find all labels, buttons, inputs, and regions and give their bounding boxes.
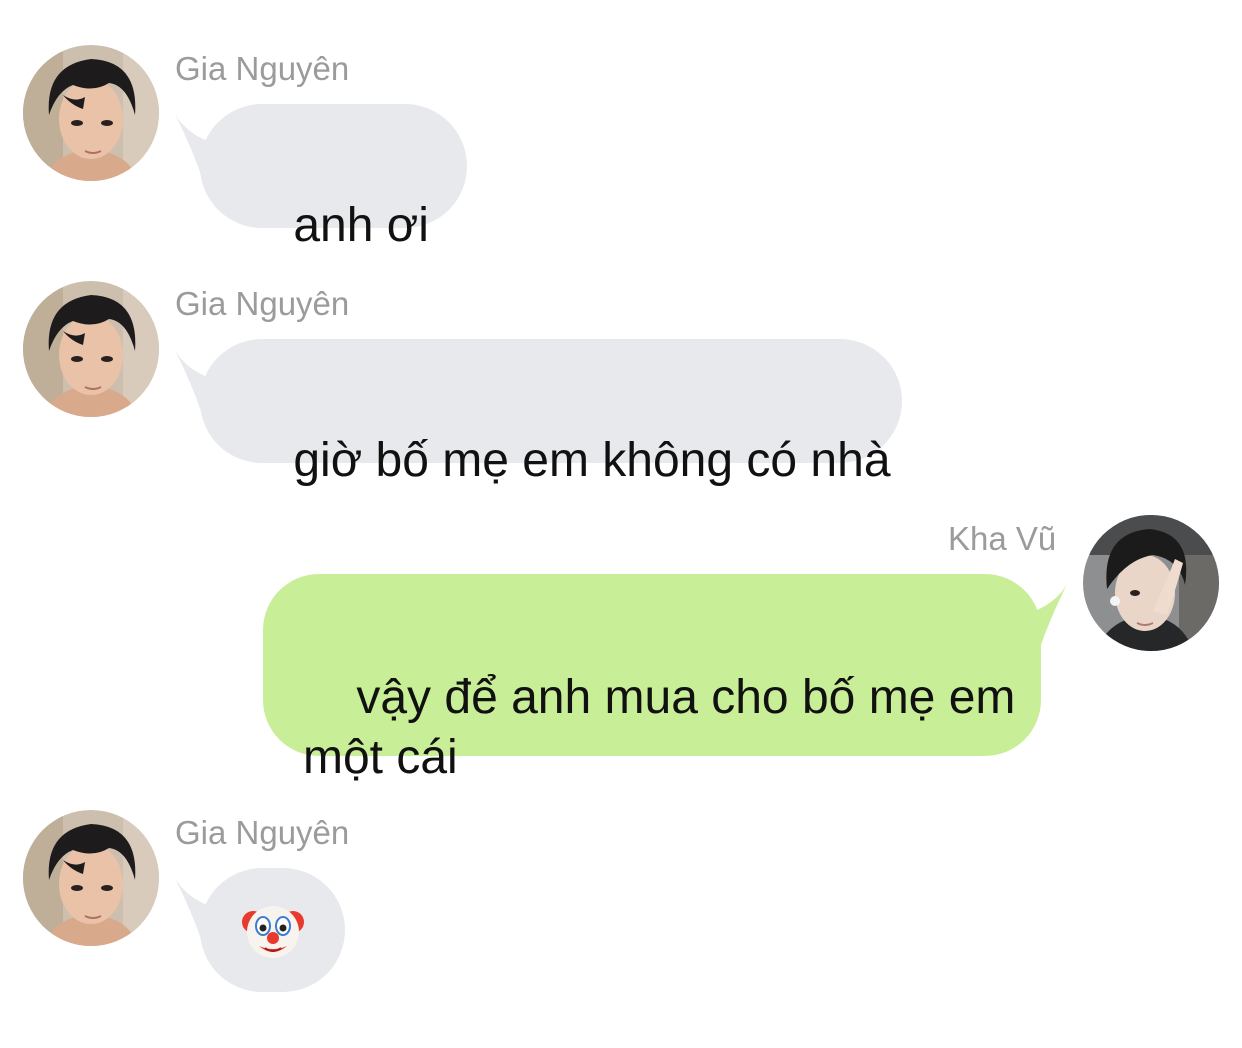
sender-name: Gia Nguyên bbox=[175, 814, 350, 851]
message-text: vậy để anh mua cho bố mẹ em một cái bbox=[303, 671, 1016, 784]
message-text: giờ bố mẹ em không có nhà bbox=[293, 434, 891, 487]
message-text: anh ơi bbox=[293, 199, 429, 252]
sender-name: Kha Vũ bbox=[948, 520, 1057, 557]
message-bubble[interactable]: anh ơi bbox=[200, 104, 467, 252]
avatar-gia-nguyen-icon[interactable] bbox=[23, 810, 159, 946]
avatar-gia-nguyen-icon[interactable] bbox=[23, 281, 159, 417]
sender-name: Gia Nguyên bbox=[175, 50, 350, 87]
avatar-kha-vu-icon[interactable] bbox=[1083, 515, 1219, 651]
message-bubble[interactable]: giờ bố mẹ em không có nhà bbox=[200, 339, 902, 487]
message-bubble[interactable] bbox=[200, 868, 345, 992]
clown-face-icon bbox=[242, 906, 304, 958]
message-bubble[interactable]: vậy để anh mua cho bố mẹ em một cái bbox=[263, 574, 1041, 784]
avatar-gia-nguyen-icon[interactable] bbox=[23, 45, 159, 181]
sender-name: Gia Nguyên bbox=[175, 285, 350, 322]
